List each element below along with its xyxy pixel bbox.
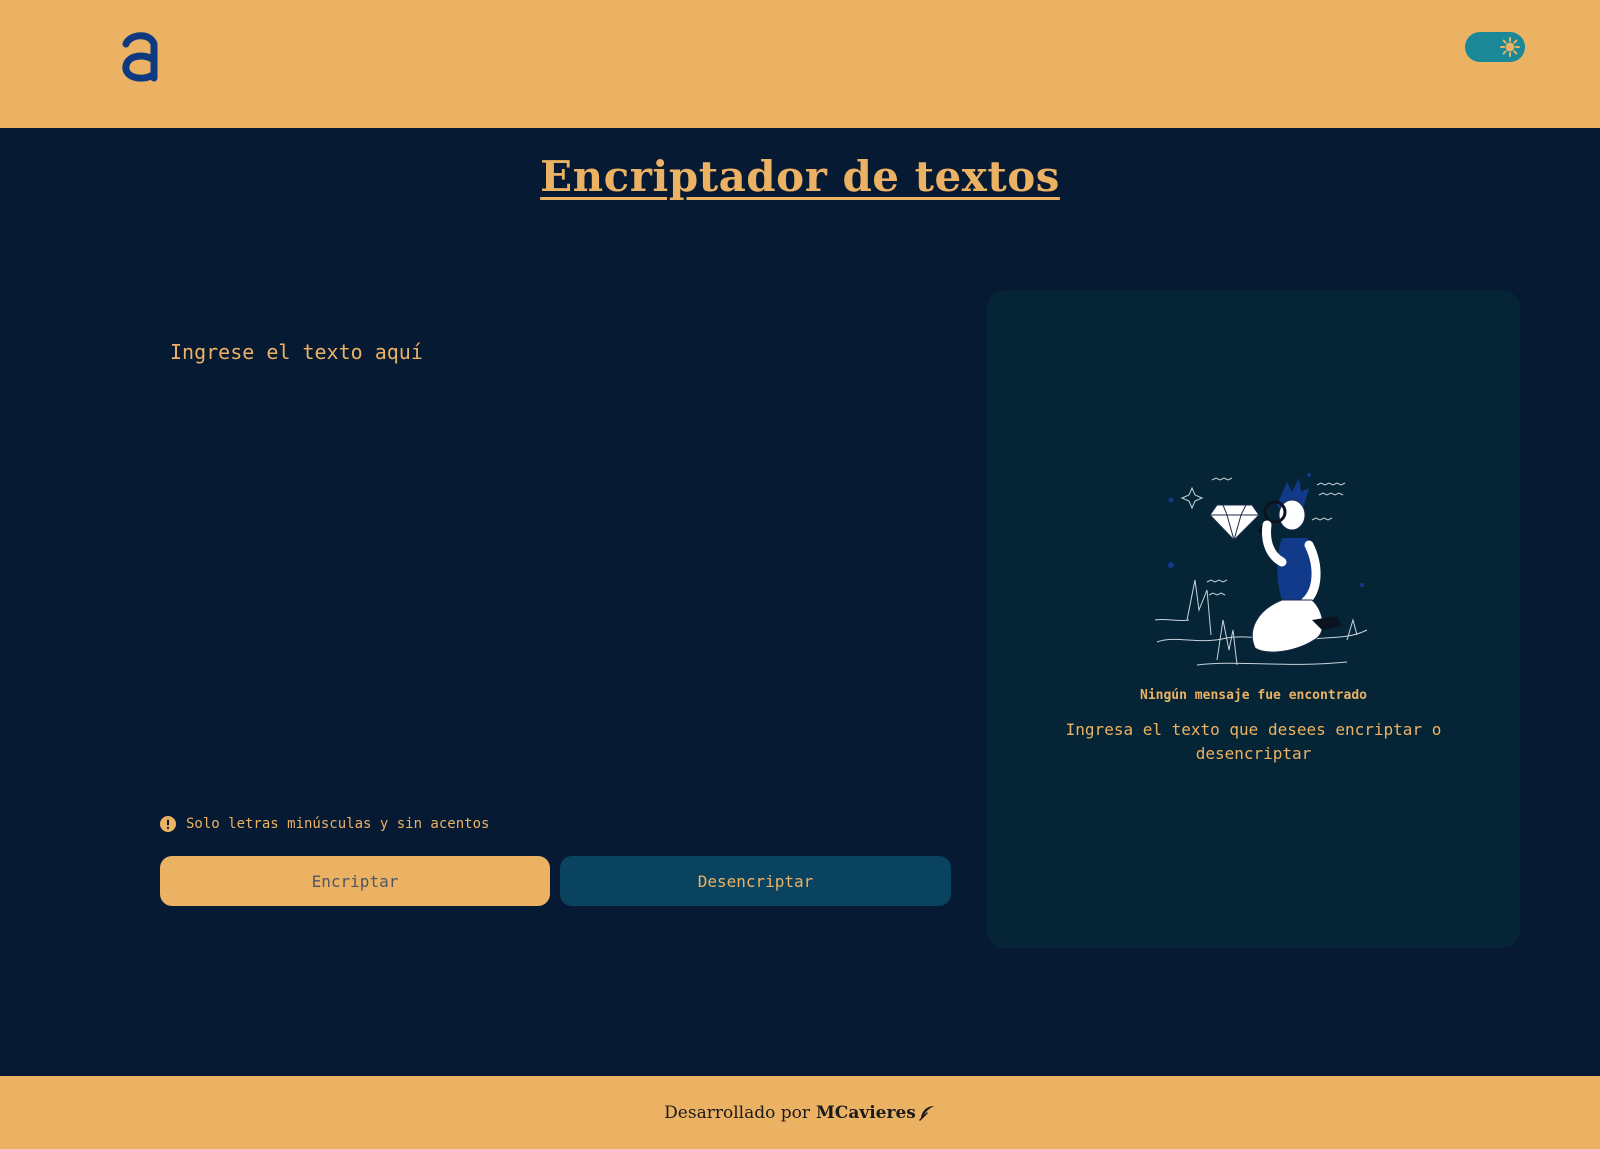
feather-icon [919,1105,934,1121]
output-panel: Ningún mensaje fue encontrado Ingresa el… [987,290,1520,948]
page-title: Encriptador de textos [540,152,1060,201]
person-with-magnifier-illustration [1154,473,1368,666]
sun-icon [1500,37,1520,57]
theme-toggle[interactable] [1465,32,1525,62]
a-logo-icon[interactable] [120,28,160,84]
empty-state-title: Ningún mensaje fue encontrado [1140,688,1367,703]
empty-state-description: Ingresa el texto que desees encriptar o … [1065,720,1442,763]
text-input[interactable] [160,336,950,776]
footer: Desarrollado por MCavieres [0,1076,1600,1149]
footer-prefix: Desarrollado por [664,1102,810,1123]
warning-message: Solo letras minúsculas y sin acentos [160,814,489,834]
encrypt-button[interactable]: Encriptar [160,856,550,906]
footer-author-link[interactable]: MCavieres [816,1103,916,1123]
decrypt-button[interactable]: Desencriptar [560,856,951,906]
warning-text: Solo letras minúsculas y sin acentos [186,816,490,832]
header [0,0,1600,128]
alert-circle-icon [160,816,176,832]
